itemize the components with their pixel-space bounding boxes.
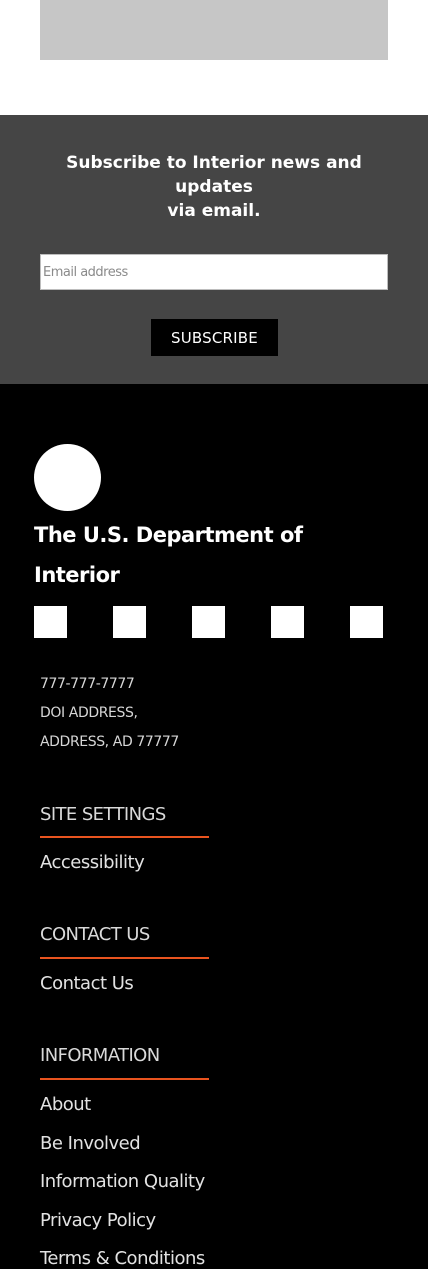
section-underline [40,1078,209,1080]
email-address-input[interactable] [40,254,388,290]
subscribe-title-line: via email. [167,201,261,221]
link-be-involved[interactable]: Be Involved [40,1133,141,1154]
link-contact-us[interactable]: Contact Us [40,973,134,994]
link-accessibility[interactable]: Accessibility [40,852,145,873]
link-privacy-policy[interactable]: Privacy Policy [40,1210,156,1231]
social-links [34,606,384,638]
social-icon-4[interactable] [271,606,304,638]
address-line: ADDRESS, AD 77777 [40,734,179,750]
section-underline [40,957,209,959]
image-placeholder [40,0,388,60]
section-underline [40,836,209,838]
link-information-quality[interactable]: Information Quality [40,1171,205,1192]
information-heading: INFORMATION [40,1045,160,1066]
contact-us-heading: CONTACT US [40,924,150,945]
department-name: The U.S. Department of Interior [34,523,303,587]
subscribe-title-line: Subscribe to Interior news and [66,153,362,173]
subscribe-button[interactable]: SUBSCRIBE [151,319,278,356]
contact-info: 777-777-7777 DOI ADDRESS, ADDRESS, AD 77… [40,670,179,757]
social-icon-5[interactable] [350,606,383,638]
page-top-area [0,0,428,115]
social-icon-3[interactable] [192,606,225,638]
social-icon-1[interactable] [34,606,67,638]
site-footer: The U.S. Department of Interior 777-777-… [0,384,428,1269]
subscribe-title-line: updates [175,177,253,197]
newsletter-subscribe-section: Subscribe to Interior news and updates v… [0,115,428,384]
department-seal-logo[interactable] [34,444,101,511]
social-icon-2[interactable] [113,606,146,638]
subscribe-title: Subscribe to Interior news and updates v… [40,151,388,223]
site-settings-heading: SITE SETTINGS [40,804,166,825]
address-line: DOI ADDRESS, [40,705,138,721]
link-about[interactable]: About [40,1094,91,1115]
phone-number: 777-777-7777 [40,676,135,692]
link-terms-conditions[interactable]: Terms & Conditions [40,1248,205,1269]
